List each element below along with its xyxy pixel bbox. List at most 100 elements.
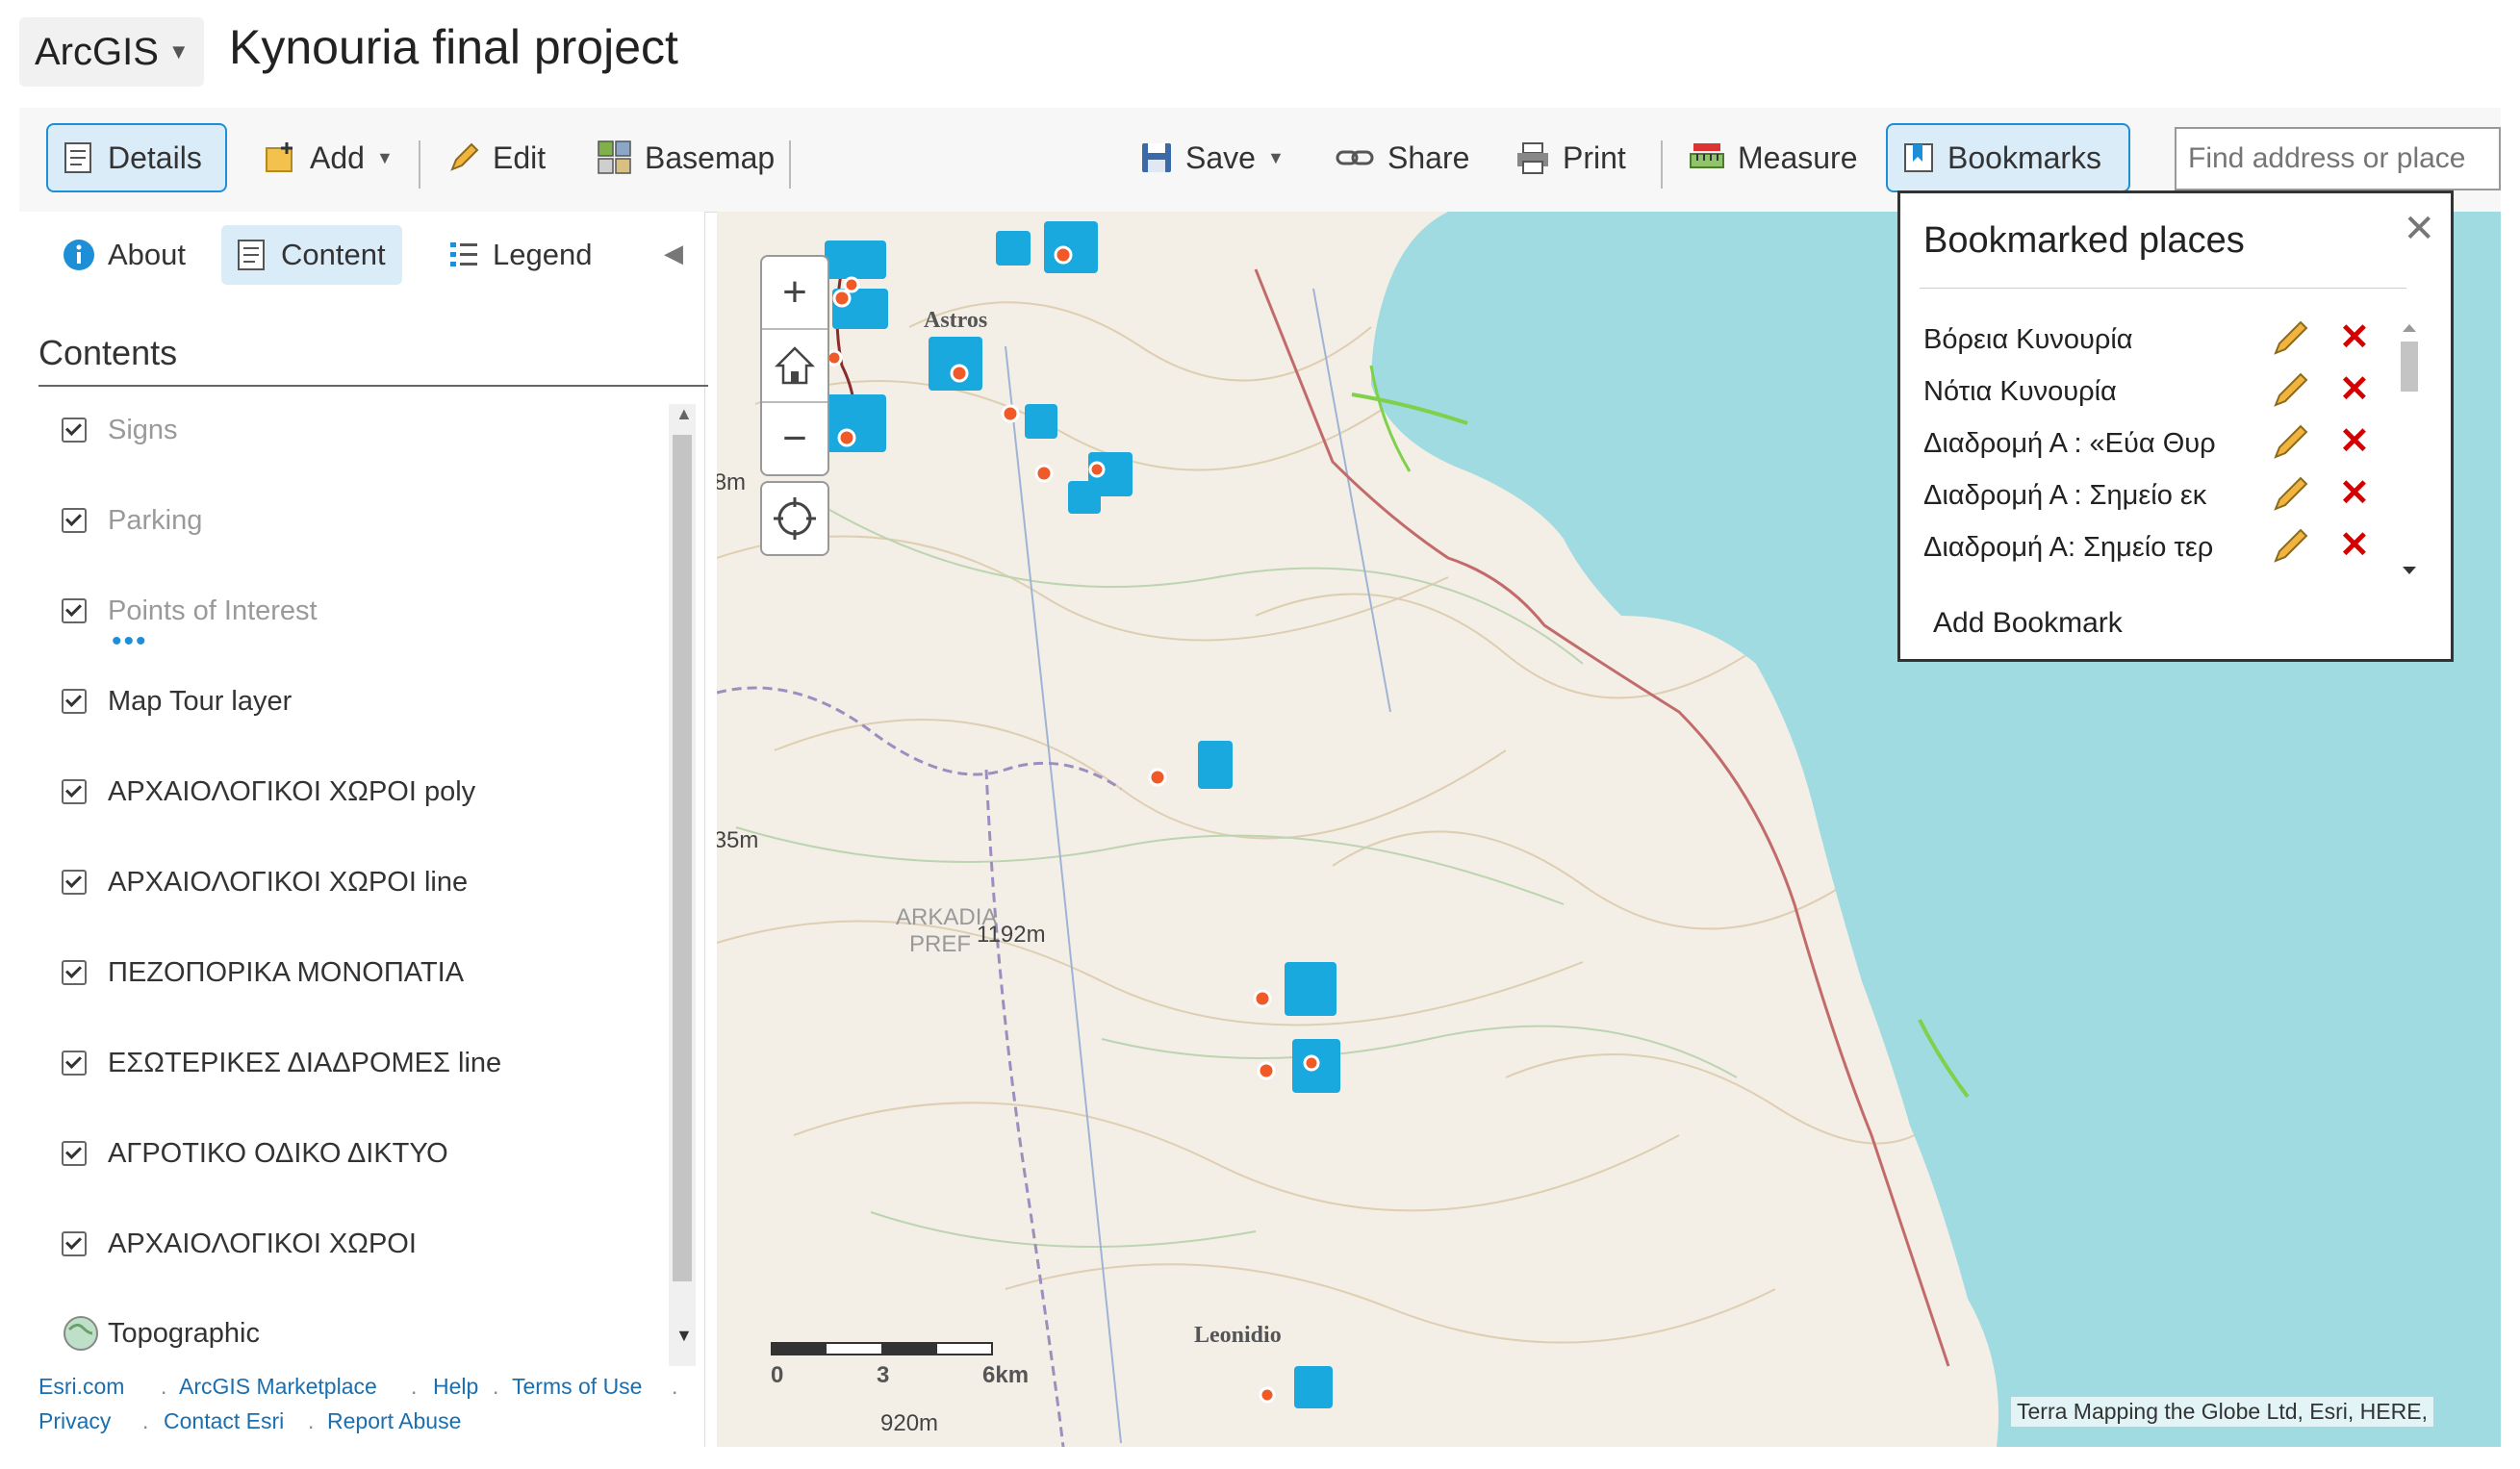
layer-label: Signs <box>108 414 178 445</box>
edit-bookmark-icon[interactable] <box>2272 318 2310 357</box>
delete-bookmark-icon[interactable]: ✕ <box>2339 370 2370 409</box>
edit-bookmark-icon[interactable] <box>2272 370 2310 409</box>
crosshair-icon <box>774 497 816 540</box>
layer-item[interactable]: Signs <box>62 411 178 449</box>
layer-item[interactable]: Points of Interest <box>62 592 318 630</box>
footer-link-privacy[interactable]: Privacy <box>38 1408 111 1434</box>
search-input[interactable] <box>2175 127 2501 190</box>
layer-checkbox[interactable] <box>62 689 87 714</box>
bookmark-item[interactable]: Διαδρομή Α : «Εύα Θυρ <box>1923 428 2251 460</box>
region-label-pref: PREF <box>909 931 972 957</box>
chevron-down-icon: ▼ <box>1266 147 1285 167</box>
scale-label-max: 6km <box>982 1362 1030 1388</box>
basemap-layer-item[interactable]: Topographic <box>62 1314 260 1353</box>
basemap-grid-icon <box>598 140 631 174</box>
elevation-label: 148m <box>717 469 747 495</box>
layer-checkbox[interactable] <box>62 870 87 895</box>
layer-checkbox[interactable] <box>62 598 87 623</box>
home-button[interactable] <box>762 330 827 403</box>
scale-label-zero: 0 <box>771 1362 784 1388</box>
add-button[interactable]: Add ▼ <box>250 123 407 192</box>
map-attribution: Terra Mapping the Globe Ltd, Esri, HERE, <box>2011 1397 2433 1427</box>
layer-item[interactable]: ΑΡΧΑΙΟΛΟΓΙΚΟΙ ΧΩΡΟΙ <box>62 1225 417 1263</box>
layer-label: ΑΓΡΟΤΙΚΟ ΟΔΙΚΟ ΔΙΚΤΥΟ <box>108 1137 448 1169</box>
bookmark-item[interactable]: Βόρεια Κυνουρία <box>1923 324 2251 356</box>
layer-scrollbar-thumb[interactable] <box>673 435 692 1281</box>
footer-link-help[interactable]: Help <box>433 1374 478 1400</box>
footer-link-contact[interactable]: Contact Esri <box>164 1408 284 1434</box>
delete-bookmark-icon[interactable]: ✕ <box>2339 422 2370 461</box>
scroll-down-icon[interactable]: ▼ <box>675 1326 693 1346</box>
chevron-down-icon: ▼ <box>167 39 190 63</box>
layer-label: ΠΕΖΟΠΟΡΙΚΑ ΜΟΝΟΠΑΤΙΑ <box>108 956 465 988</box>
print-label: Print <box>1563 139 1626 175</box>
layer-checkbox[interactable] <box>62 508 87 533</box>
divider <box>1920 288 2406 289</box>
tab-content[interactable]: Content <box>221 225 402 285</box>
collapse-panel-icon[interactable]: ◀ <box>664 239 683 268</box>
bookmarks-button[interactable]: Bookmarks <box>1886 123 2130 192</box>
basemap-button[interactable]: Basemap <box>583 123 788 192</box>
tab-legend[interactable]: Legend <box>433 225 605 285</box>
layer-item[interactable]: ΑΡΧΑΙΟΛΟΓΙΚΟΙ ΧΩΡΟΙ poly <box>62 772 475 811</box>
layer-label: ΑΡΧΑΙΟΛΟΓΙΚΟΙ ΧΩΡΟΙ <box>108 1228 417 1259</box>
zoom-out-button[interactable]: − <box>762 403 827 474</box>
bookmark-item[interactable]: Νότια Κυνουρία <box>1923 376 2251 408</box>
elevation-label: 1935m <box>717 827 759 853</box>
layer-checkbox[interactable] <box>62 779 87 804</box>
zoom-in-button[interactable]: + <box>762 257 827 330</box>
elevation-label: 920m <box>880 1410 939 1436</box>
delete-bookmark-icon[interactable]: ✕ <box>2339 526 2370 565</box>
measure-button[interactable]: Measure <box>1674 123 1871 192</box>
elevation-label: 1192m <box>977 922 1046 948</box>
footer-link-marketplace[interactable]: ArcGIS Marketplace <box>179 1374 377 1400</box>
basemap-label: Basemap <box>645 139 776 175</box>
print-button[interactable]: Print <box>1501 123 1640 192</box>
close-icon[interactable]: ✕ <box>2403 207 2435 251</box>
layer-checkbox[interactable] <box>62 960 87 985</box>
layer-label: ΕΣΩΤΕΡΙΚΕΣ ΔΙΑΔΡΟΜΕΣ line <box>108 1047 502 1078</box>
layer-checkbox[interactable] <box>62 1051 87 1076</box>
scale-label-mid: 3 <box>877 1362 890 1388</box>
add-layer-icon <box>266 142 293 172</box>
edit-bookmark-icon[interactable] <box>2272 474 2310 513</box>
footer-link-terms[interactable]: Terms of Use <box>512 1374 642 1400</box>
layer-item[interactable]: ΑΡΧΑΙΟΛΟΓΙΚΟΙ ΧΩΡΟΙ line <box>62 863 468 901</box>
layer-item[interactable]: Map Tour layer <box>62 682 292 721</box>
edit-bookmark-icon[interactable] <box>2272 422 2310 461</box>
legend-list-icon <box>450 242 477 266</box>
layer-item[interactable]: ΠΕΖΟΠΟΡΙΚΑ ΜΟΝΟΠΑΤΙΑ <box>62 953 464 992</box>
app-switcher[interactable]: ArcGIS ▼ <box>19 17 204 87</box>
more-options-icon[interactable]: ••• <box>112 627 148 656</box>
locate-button[interactable] <box>762 483 827 554</box>
footer-link-report[interactable]: Report Abuse <box>327 1408 461 1434</box>
layer-checkbox[interactable] <box>62 418 87 443</box>
delete-bookmark-icon[interactable]: ✕ <box>2339 318 2370 357</box>
layer-checkbox[interactable] <box>62 1141 87 1166</box>
footer-link-esri[interactable]: Esri.com <box>38 1374 124 1400</box>
bookmark-item[interactable]: Διαδρομή Α: Σημείο τερ <box>1923 532 2251 564</box>
edit-button[interactable]: Edit <box>433 123 559 192</box>
tab-legend-label: Legend <box>493 238 593 271</box>
add-bookmark-button[interactable]: Add Bookmark <box>1933 607 2123 640</box>
delete-bookmark-icon[interactable]: ✕ <box>2339 474 2370 513</box>
footer-separator: . <box>411 1374 418 1399</box>
share-button[interactable]: Share <box>1322 123 1483 192</box>
edit-bookmark-icon[interactable] <box>2272 526 2310 565</box>
tab-about[interactable]: About <box>48 225 199 285</box>
left-panel: About Content Legend ◀ Contents Signs Pa… <box>19 212 708 1447</box>
layer-checkbox[interactable] <box>62 1231 87 1256</box>
details-icon <box>64 142 91 173</box>
layer-item[interactable]: ΕΣΩΤΕΡΙΚΕΣ ΔΙΑΔΡΟΜΕΣ line <box>62 1044 501 1082</box>
details-button[interactable]: Details <box>46 123 227 192</box>
divider <box>38 385 708 387</box>
save-button[interactable]: Save ▼ <box>1126 123 1298 192</box>
layer-item[interactable]: Parking <box>62 501 202 540</box>
scroll-up-icon[interactable]: ▲ <box>675 404 693 424</box>
layer-item[interactable]: ΑΓΡΟΤΙΚΟ ΟΔΙΚΟ ΔΙΚΤΥΟ <box>62 1134 448 1173</box>
bookmarks-scrollbar[interactable] <box>2395 318 2424 588</box>
bookmark-item[interactable]: Διαδρομή Α : Σημείο εκ <box>1923 480 2251 512</box>
bookmarks-label: Bookmarks <box>1947 139 2102 175</box>
save-label: Save <box>1185 139 1256 175</box>
basemap-globe-icon <box>64 1316 98 1351</box>
